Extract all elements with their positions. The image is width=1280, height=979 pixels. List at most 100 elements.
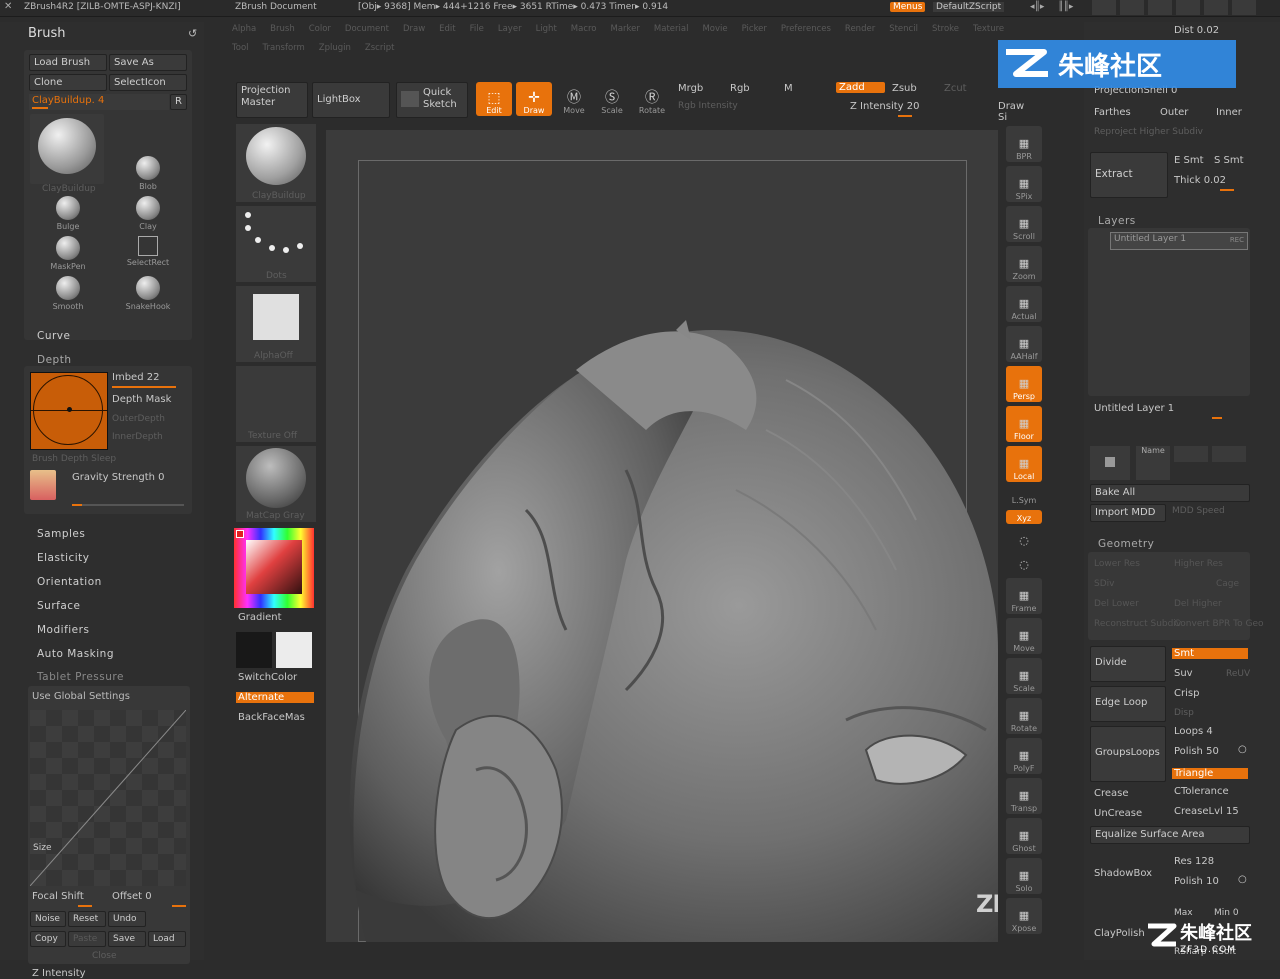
crisp-button[interactable]: Crisp [1174, 688, 1199, 699]
menu-item[interactable]: Stroke [932, 24, 959, 34]
quicksave-icon[interactable] [1092, 0, 1116, 15]
brush-item[interactable]: MaskPen [30, 236, 106, 274]
crease-lvl-slider[interactable]: CreaseLvl 15 [1174, 806, 1239, 817]
zsub-button[interactable]: Zsub [892, 83, 917, 94]
edit-button[interactable]: ⬚ Edit [476, 82, 512, 116]
copy-button[interactable]: Copy [30, 931, 66, 947]
layer-delete-icon[interactable] [1090, 446, 1130, 480]
tablet-pressure-section[interactable]: Tablet Pressure [37, 671, 124, 683]
lightbox-button[interactable]: LightBox [312, 82, 390, 118]
clone-button[interactable]: Clone [29, 74, 107, 91]
farthest-button[interactable]: Farthes [1094, 107, 1131, 118]
bake-all-button[interactable]: Bake All [1090, 484, 1250, 502]
tray-button[interactable]: ▦ Scale [1006, 658, 1042, 694]
tray-button[interactable]: ▦ Frame [1006, 578, 1042, 614]
menu-item[interactable]: Edit [439, 24, 455, 34]
suv-button[interactable]: Suv [1174, 668, 1193, 679]
brush-section[interactable]: Orientation [37, 575, 114, 599]
crease-button[interactable]: Crease [1094, 788, 1129, 799]
default-zscript-button[interactable]: DefaultZScript [933, 2, 1005, 12]
reproject-button[interactable]: Reproject Higher Subdiv [1094, 127, 1203, 137]
polish-circle-icon[interactable]: ○ [1238, 744, 1247, 755]
menu-item[interactable]: Draw [403, 24, 425, 34]
brush-slider[interactable]: ClayBuildup. 4 [29, 94, 169, 110]
reset-button[interactable]: Reset [68, 911, 106, 927]
menu-item[interactable]: Document [345, 24, 389, 34]
gravity-icon[interactable] [30, 470, 56, 500]
use-global-settings[interactable]: Use Global Settings [32, 691, 130, 702]
triangle-button[interactable]: Triangle [1172, 768, 1248, 779]
higher-res-button[interactable]: Higher Res [1174, 559, 1223, 569]
backface-mask-button[interactable]: BackFaceMas [238, 712, 305, 723]
del-lower-button[interactable]: Del Lower [1094, 599, 1139, 609]
brush-section[interactable]: Auto Masking [37, 647, 114, 671]
zadd-button[interactable]: Zadd [836, 82, 885, 93]
claypolish-button[interactable]: ClayPolish [1094, 928, 1145, 939]
lower-res-button[interactable]: Lower Res [1094, 559, 1140, 569]
move-button[interactable]: Ⓜ Move [556, 82, 592, 116]
tray-button[interactable]: ▦ Transp [1006, 778, 1042, 814]
layout-slider-icon[interactable]: ║║▸ [1058, 2, 1073, 12]
restore-icon[interactable] [1204, 0, 1228, 15]
close-icon[interactable] [1232, 0, 1256, 15]
panel-refresh-icon[interactable]: ↺ [188, 27, 197, 40]
dist-slider[interactable]: Dist 0.02 [1174, 25, 1219, 36]
thick-slider[interactable]: Thick 0.02 [1174, 175, 1226, 186]
menu-item[interactable]: Picker [742, 24, 767, 34]
reconstruct-subdiv-button[interactable]: Reconstruct Subdiv [1094, 619, 1181, 629]
smt-button[interactable]: Smt [1172, 648, 1248, 659]
tray-button[interactable]: ▦ Rotate [1006, 698, 1042, 734]
tray-button[interactable]: ▦ AAHalf [1006, 326, 1042, 362]
brush-section[interactable]: Elasticity [37, 551, 114, 575]
stroke-thumb[interactable]: Dots [236, 206, 316, 282]
load-brush-button[interactable]: Load Brush [29, 54, 107, 71]
menu-item[interactable]: Zplugin [319, 43, 351, 53]
brush-section[interactable]: Surface [37, 599, 114, 623]
tray-button[interactable]: Xyz [1006, 510, 1042, 524]
paste-button[interactable]: Paste [68, 931, 106, 947]
reuv-button[interactable]: ReUV [1226, 669, 1250, 679]
secondary-color-swatch[interactable] [276, 632, 312, 668]
rgb-intensity-slider[interactable]: Rgb Intensity [678, 101, 738, 111]
tray-button[interactable]: ▦ Zoom [1006, 246, 1042, 282]
tray-button[interactable]: ▦ PolyF [1006, 738, 1042, 774]
tray-button[interactable]: ▦ Ghost [1006, 818, 1042, 854]
ctolerance-slider[interactable]: CTolerance [1174, 786, 1229, 797]
menu-item[interactable]: Movie [702, 24, 727, 34]
divide-button[interactable]: Divide [1090, 646, 1166, 682]
s-smt-button[interactable]: S Smt [1214, 155, 1244, 166]
menu-item[interactable]: Stencil [889, 24, 918, 34]
tray-button[interactable]: ▦ Move [1006, 618, 1042, 654]
z-intensity-curve[interactable]: Z Intensity [32, 968, 86, 979]
polish-slider[interactable]: Polish 50 [1174, 746, 1219, 757]
rgb-button[interactable]: Rgb [730, 83, 750, 94]
brush-item[interactable]: Bulge [30, 196, 106, 234]
layer-name-button[interactable]: Name [1136, 446, 1170, 480]
menu-item[interactable]: Render [845, 24, 875, 34]
shadowbox-button[interactable]: ShadowBox [1094, 868, 1152, 879]
gravity-strength-slider[interactable]: Gravity Strength 0 [72, 472, 165, 483]
material-thumb[interactable]: MatCap Gray [236, 446, 316, 522]
load-button[interactable]: Load [148, 931, 186, 947]
equalize-surface-button[interactable]: Equalize Surface Area [1090, 826, 1250, 844]
canvas[interactable]: ZBRUSH WORKSHOPS [326, 130, 998, 942]
gradient-button[interactable]: Gradient [238, 612, 282, 623]
tray-button[interactable]: ▦ Local [1006, 446, 1042, 482]
undo-button[interactable]: Undo [108, 911, 146, 927]
outer-button[interactable]: Outer [1160, 107, 1188, 118]
current-brush-thumb[interactable]: ClayBuildup [236, 124, 316, 202]
cage-button[interactable]: Cage [1216, 579, 1239, 589]
menu-item[interactable]: Macro [571, 24, 597, 34]
save-button[interactable]: Save [108, 931, 146, 947]
save-as-button[interactable]: Save As [109, 54, 187, 71]
geometry-section[interactable]: Geometry [1098, 538, 1154, 550]
brush-section[interactable]: Modifiers [37, 623, 114, 647]
sdiv-slider[interactable]: SDiv [1094, 579, 1114, 589]
menu-item[interactable]: Zscript [365, 43, 395, 53]
z-intensity-slider[interactable]: Z Intensity 20 [850, 101, 919, 112]
noise-button[interactable]: Noise [30, 911, 66, 927]
color-picker[interactable] [234, 528, 314, 608]
layout-arrow-icon[interactable]: ◂║▸ [1030, 2, 1044, 12]
offset-slider[interactable]: Offset 0 [112, 891, 152, 902]
switch-color-button[interactable]: SwitchColor [238, 672, 297, 683]
